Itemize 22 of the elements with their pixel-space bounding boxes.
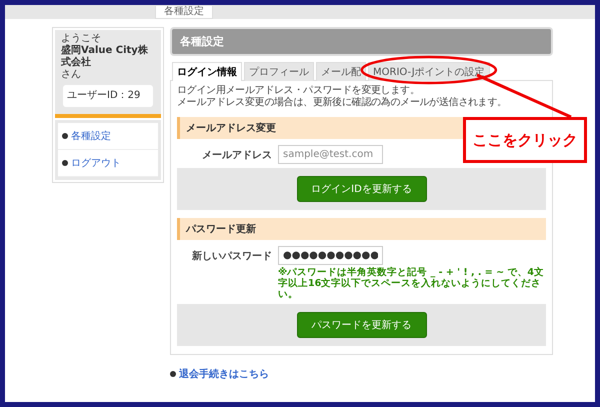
tab[interactable]: ログイン情報 <box>172 62 242 81</box>
callout-label: ここをクリック <box>463 117 587 163</box>
honorific-text: さん <box>61 69 82 81</box>
email-field[interactable]: sample@test.com <box>278 145 383 164</box>
welcome-text: ようこそ <box>61 33 102 44</box>
breadcrumb-current: 各種設定 <box>155 6 213 19</box>
page-title: 各種設定 <box>170 27 553 56</box>
field-label: 新しいパスワード <box>191 249 272 262</box>
withdraw-link[interactable]: 退会手続きはこちら <box>170 367 553 381</box>
intro-text: メールアドレス変更の場合は、更新後に確認の為のメールが送信されます。 <box>177 97 508 109</box>
password-hint: ※パスワードは半角英数字と記号 _ - + ' ! , . = ~ で、4文字以上16文字以下でスペースを入れないようにしてください。 <box>278 267 545 300</box>
sidebar-link[interactable]: 各種設定 <box>58 123 158 150</box>
update-button[interactable]: パスワードを更新する <box>296 312 426 338</box>
user-id: ユーザーID：29 <box>63 85 153 107</box>
section-heading: パスワード更新 <box>177 218 546 240</box>
sidebar-link[interactable]: ログアウト <box>58 150 158 177</box>
field-label: メールアドレス <box>201 148 272 162</box>
update-button[interactable]: ログインIDを更新する <box>296 176 426 202</box>
company-name: 盛岡Value City株式会社 <box>61 45 149 69</box>
tab[interactable]: プロフィール <box>244 62 314 81</box>
intro-text: ログイン用メールアドレス・パスワードを変更します。 <box>177 85 421 96</box>
tab[interactable]: メール配 <box>316 62 366 81</box>
